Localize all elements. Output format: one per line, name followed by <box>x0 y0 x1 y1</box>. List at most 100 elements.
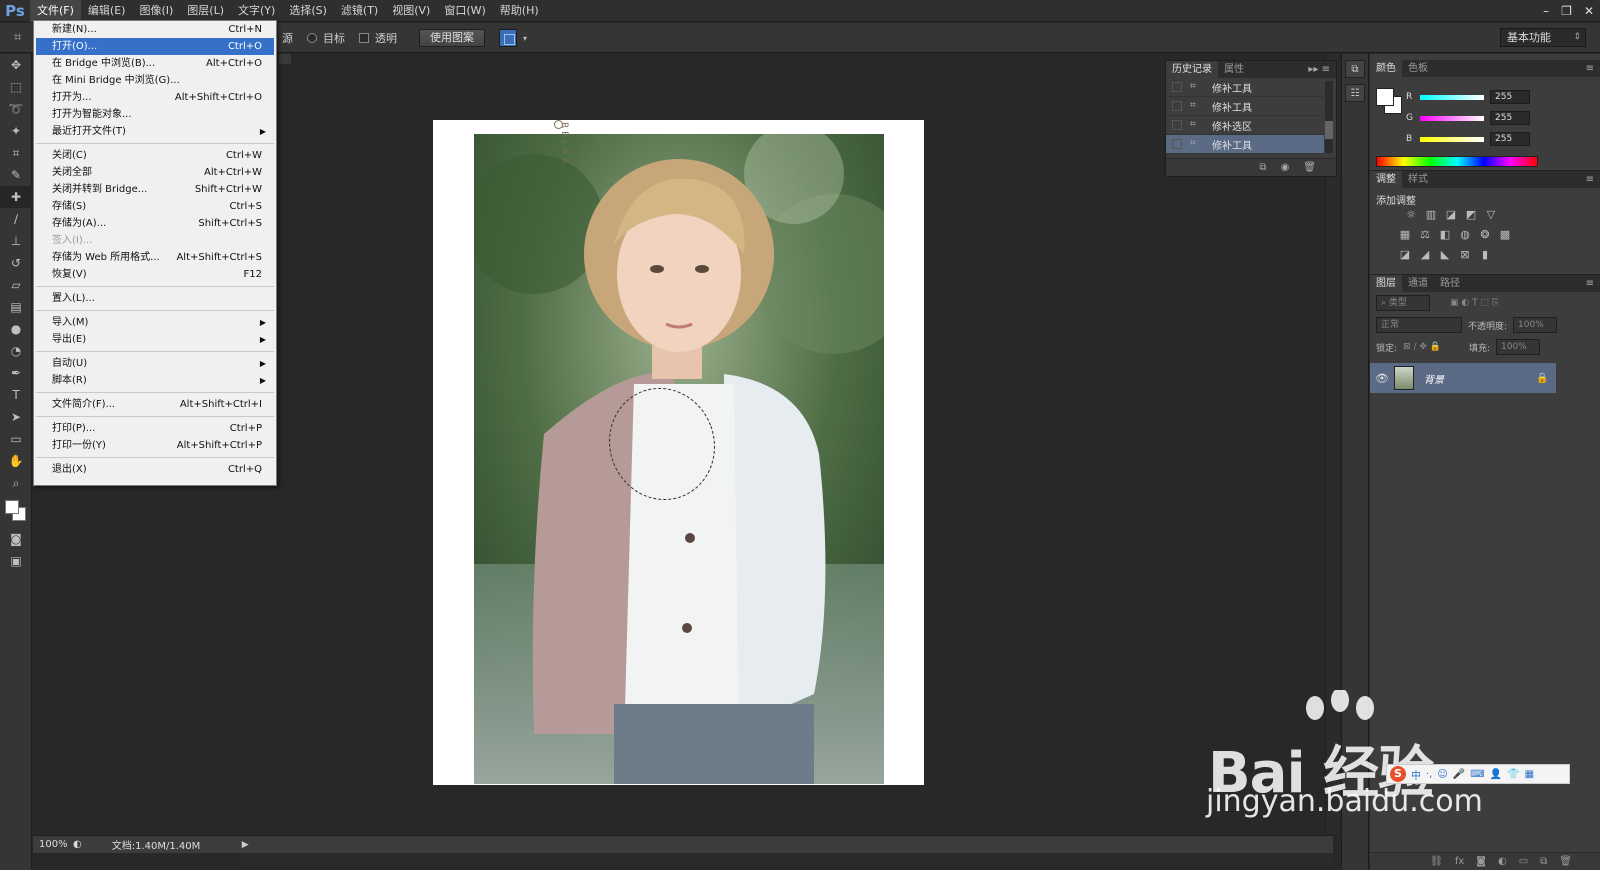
file-menu-item[interactable]: 在 Bridge 中浏览(B)... Alt+Ctrl+O <box>36 55 274 72</box>
pattern-picker[interactable] <box>499 29 517 47</box>
black-white-icon[interactable]: ◧ <box>1438 228 1452 242</box>
restore-icon[interactable]: ❐ <box>1561 4 1572 18</box>
history-source-checkbox[interactable] <box>1172 139 1182 149</box>
color-panel-menu-icon[interactable]: ≡ <box>1586 60 1594 77</box>
history-state[interactable]: ⌗ 修补选区 <box>1166 116 1324 135</box>
file-menu-item[interactable]: 退出(X) Ctrl+Q <box>36 461 274 478</box>
threshold-icon[interactable]: ◣ <box>1438 248 1452 262</box>
visibility-eye-icon[interactable]: 👁 <box>1370 372 1394 385</box>
history-scroll-thumb[interactable] <box>1325 121 1333 139</box>
history-state[interactable]: ⌗ 修补工具 <box>1166 97 1324 116</box>
menu-filter[interactable]: 滤镜(T) <box>334 0 385 22</box>
crop-tool-icon[interactable]: ⌗ <box>0 142 32 164</box>
layer-background[interactable]: 👁 背景 🔒 <box>1370 363 1556 393</box>
horizontal-scrollbar[interactable] <box>240 853 1333 865</box>
tab-properties[interactable]: 属性 <box>1218 61 1250 78</box>
ime-emoji-icon[interactable]: ☺ <box>1437 769 1447 780</box>
file-menu-item[interactable]: 打开为智能对象... <box>36 106 274 123</box>
menu-help[interactable]: 帮助(H) <box>493 0 546 22</box>
blur-tool-icon[interactable]: ● <box>0 318 32 340</box>
link-layers-icon[interactable]: ⛓ <box>1430 856 1443 867</box>
hue-saturation-icon[interactable]: ▦ <box>1398 228 1412 242</box>
close-icon[interactable]: ✕ <box>1584 4 1594 18</box>
layer-filter-select[interactable]: ⌕ 类型 <box>1376 295 1430 311</box>
add-mask-icon[interactable]: ◙ <box>1476 856 1486 867</box>
menu-layer[interactable]: 图层(L) <box>180 0 231 22</box>
document-tab[interactable] <box>279 54 291 64</box>
patch-tool-icon[interactable]: ⌗ <box>14 30 30 46</box>
levels-icon[interactable]: ▥ <box>1424 208 1438 222</box>
ime-skin-icon[interactable]: 👕 <box>1507 769 1519 780</box>
tab-layers[interactable]: 图层 <box>1370 275 1402 292</box>
ime-user-icon[interactable]: 👤 <box>1490 769 1502 780</box>
panel-menu-icon[interactable]: ▸▸ ≡ <box>1308 61 1330 78</box>
adjustments-panel-menu-icon[interactable]: ≡ <box>1586 171 1594 188</box>
posterize-icon[interactable]: ◢ <box>1418 248 1432 262</box>
tab-styles[interactable]: 样式 <box>1402 171 1434 188</box>
properties-panel-icon[interactable]: ☷ <box>1345 84 1365 102</box>
status-menu-arrow-icon[interactable]: ▶ <box>242 840 249 850</box>
menu-image[interactable]: 图像(I) <box>132 0 180 22</box>
file-menu-item[interactable]: 存储为(A)... Shift+Ctrl+S <box>36 215 274 232</box>
vibrance-icon[interactable]: ▽ <box>1484 208 1498 222</box>
exposure-icon[interactable]: ◩ <box>1464 208 1478 222</box>
invert-icon[interactable]: ◪ <box>1398 248 1412 262</box>
file-menu-item[interactable]: 恢复(V) F12 <box>36 266 274 283</box>
minimize-icon[interactable]: – <box>1543 4 1549 18</box>
b-track[interactable] <box>1420 136 1484 142</box>
zoom-tool-icon[interactable]: ⌕ <box>0 472 32 494</box>
history-source-checkbox[interactable] <box>1172 101 1182 111</box>
channel-mixer-icon[interactable]: ❂ <box>1478 228 1492 242</box>
snapshot-icon[interactable]: ◉ <box>1281 162 1290 173</box>
file-menu-item[interactable]: 置入(L)... <box>36 290 274 307</box>
file-menu-item[interactable]: 导出(E) ▶ <box>36 331 274 348</box>
path-select-tool-icon[interactable]: ➤ <box>0 406 32 428</box>
menu-file[interactable]: 文件(F) <box>30 0 81 22</box>
type-tool-icon[interactable]: T <box>0 384 32 406</box>
pen-tool-icon[interactable]: ✒ <box>0 362 32 384</box>
document-canvas[interactable]: RELAX <box>433 120 924 785</box>
zoom-level[interactable]: 100% <box>33 839 73 850</box>
new-layer-icon[interactable]: ⧉ <box>1540 856 1547 867</box>
blend-mode-select[interactable]: 正常 <box>1376 317 1462 333</box>
history-panel-icon[interactable]: ⧉ <box>1345 60 1365 78</box>
menu-view[interactable]: 视图(V) <box>385 0 437 22</box>
tab-color[interactable]: 颜色 <box>1370 60 1402 77</box>
file-menu-item[interactable]: 打印(P)... Ctrl+P <box>36 420 274 437</box>
stamp-tool-icon[interactable]: ⊥ <box>0 230 32 252</box>
history-state[interactable]: ⌗ 修补工具 <box>1166 135 1324 154</box>
brush-tool-icon[interactable]: ∕ <box>0 208 32 230</box>
gradient-tool-icon[interactable]: ▤ <box>0 296 32 318</box>
curves-icon[interactable]: ◪ <box>1444 208 1458 222</box>
b-value[interactable]: 255 <box>1490 132 1530 146</box>
color-swatches[interactable] <box>0 494 32 528</box>
target-radio[interactable] <box>307 33 317 43</box>
dodge-tool-icon[interactable]: ◔ <box>0 340 32 362</box>
file-menu-item[interactable]: 关闭(C) Ctrl+W <box>36 147 274 164</box>
patch-tool-icon-selected[interactable]: ✚ <box>0 186 32 208</box>
color-fg-swatch[interactable] <box>1376 88 1394 106</box>
pattern-dropdown-icon[interactable]: ▾ <box>523 34 527 43</box>
slider-r[interactable]: R 255 <box>1406 90 1600 104</box>
g-track[interactable] <box>1420 115 1484 121</box>
file-menu-item[interactable]: 存储(S) Ctrl+S <box>36 198 274 215</box>
layer-thumbnail[interactable] <box>1394 366 1414 390</box>
file-menu-item[interactable]: 在 Mini Bridge 中浏览(G)... <box>36 72 274 89</box>
color-lookup-icon[interactable]: ▩ <box>1498 228 1512 242</box>
menu-window[interactable]: 窗口(W) <box>437 0 492 22</box>
new-adjustment-icon[interactable]: ◐ <box>1498 856 1507 867</box>
history-scrollbar[interactable] <box>1325 81 1333 153</box>
file-menu-item[interactable]: 最近打开文件(T) ▶ <box>36 123 274 140</box>
ime-mic-icon[interactable]: 🎤 <box>1453 769 1465 780</box>
filter-icons[interactable]: ▣ ◐ T ⬚ ⎘ <box>1450 298 1499 308</box>
opacity-input[interactable]: 100% <box>1513 317 1558 333</box>
color-balance-icon[interactable]: ⚖ <box>1418 228 1432 242</box>
file-menu-item[interactable]: 打开为... Alt+Shift+Ctrl+O <box>36 89 274 106</box>
eraser-tool-icon[interactable]: ▱ <box>0 274 32 296</box>
tab-adjustments[interactable]: 调整 <box>1370 171 1402 188</box>
file-menu-item[interactable]: 文件简介(F)... Alt+Shift+Ctrl+I <box>36 396 274 413</box>
color-spectrum[interactable] <box>1376 156 1538 167</box>
file-menu-item[interactable]: 自动(U) ▶ <box>36 355 274 372</box>
tab-paths[interactable]: 路径 <box>1434 275 1466 292</box>
delete-layer-icon[interactable]: 🗑 <box>1559 856 1572 867</box>
